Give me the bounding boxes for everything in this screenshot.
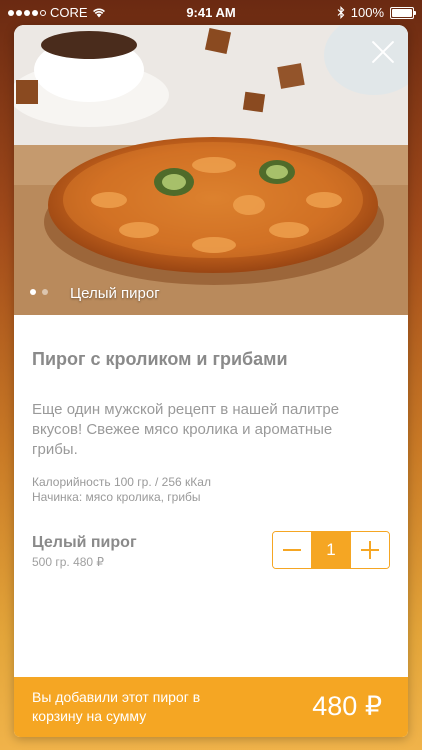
quantity-value: 1 [311, 532, 351, 568]
calories-text: Калорийность 100 гр. / 256 кКал [32, 475, 211, 489]
photo-pager[interactable] [30, 289, 48, 295]
plus-icon[interactable] [351, 532, 389, 568]
close-icon[interactable] [370, 39, 396, 65]
photo-caption: Целый пирог [70, 285, 160, 302]
product-description: Еще один мужской рецепт в нашей палитре … [32, 401, 340, 458]
product-card: Целый пирог Пирог с кроликом и грибами Е… [14, 25, 408, 737]
battery-icon [390, 6, 416, 19]
product-photo[interactable]: Целый пирог [14, 25, 408, 315]
cart-message: Вы добавили этот пирог в корзину на сумм… [32, 689, 201, 724]
cart-summary-bar[interactable]: Вы добавили этот пирог в корзину на сумм… [14, 677, 408, 737]
status-bar: CORE 9:41 AM 100% [0, 0, 422, 24]
pager-dot[interactable] [42, 289, 48, 295]
option-name: Целый пирог [32, 534, 137, 551]
product-meta: Калорийность 100 гр. / 256 кКал Начинка:… [32, 475, 211, 505]
status-right: 100% [337, 5, 416, 20]
pager-dot-active[interactable] [30, 289, 36, 295]
minus-icon[interactable] [273, 532, 311, 568]
pie-illustration [14, 25, 408, 315]
bluetooth-icon [337, 6, 345, 19]
cart-total: 480 ₽ [312, 691, 382, 721]
battery-percent: 100% [350, 5, 384, 20]
filling-text: Начинка: мясо кролика, грибы [32, 490, 201, 504]
quantity-stepper[interactable]: 1 [272, 531, 390, 569]
product-title: Пирог с кроликом и грибами [32, 349, 288, 369]
option-weight-price: 500 гр. 480 ₽ [32, 555, 105, 569]
